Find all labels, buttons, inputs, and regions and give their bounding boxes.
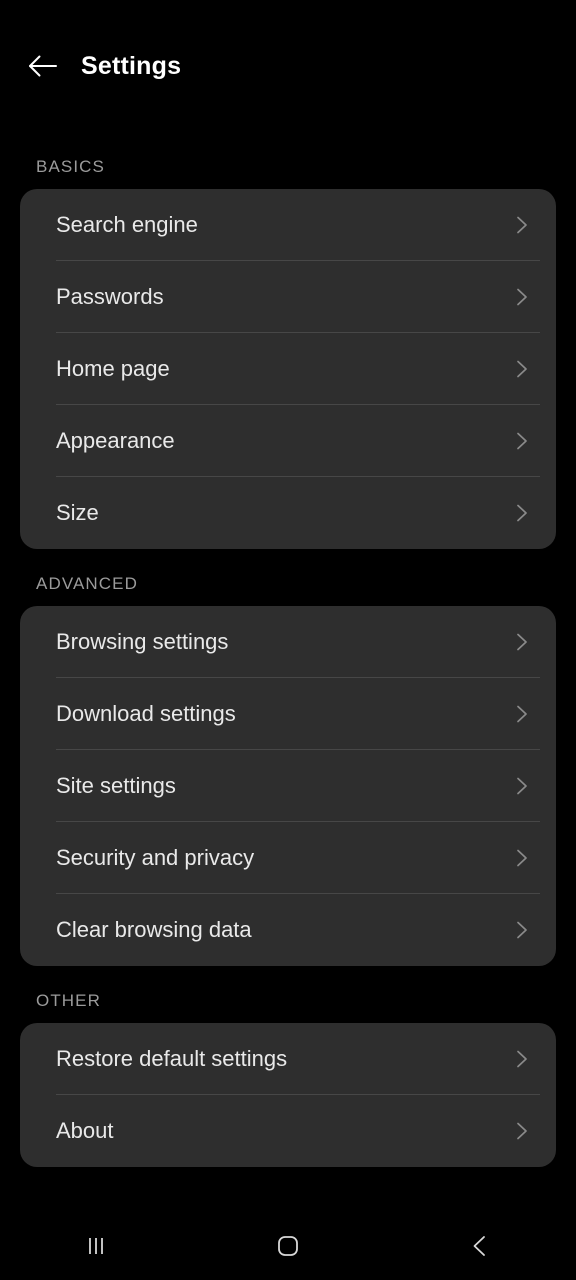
chevron-right-icon bbox=[508, 212, 534, 238]
recents-icon bbox=[83, 1233, 109, 1259]
settings-row[interactable]: Passwords bbox=[20, 261, 556, 333]
settings-row[interactable]: About bbox=[20, 1095, 556, 1167]
settings-row-label: Size bbox=[56, 500, 99, 525]
chevron-right-icon bbox=[508, 500, 534, 526]
chevron-right-icon bbox=[508, 917, 534, 943]
section-label: OTHER bbox=[36, 991, 101, 1010]
settings-row[interactable]: Search engine bbox=[20, 189, 556, 261]
app-header: Settings bbox=[0, 0, 576, 132]
settings-card: Search engine Passwords Home page Appearanc… bbox=[20, 189, 556, 549]
settings-row-label: Security and privacy bbox=[56, 845, 255, 870]
settings-row[interactable]: Size bbox=[20, 477, 556, 549]
settings-row-label: Site settings bbox=[56, 773, 176, 798]
settings-row-label: Clear browsing data bbox=[56, 917, 252, 942]
recents-button[interactable] bbox=[0, 1212, 192, 1280]
settings-screen: Settings BASICS Search engine Passwords Hom… bbox=[0, 0, 576, 1280]
settings-card: Browsing settings Download settings Site s… bbox=[20, 606, 556, 966]
settings-row[interactable]: Home page bbox=[20, 333, 556, 405]
settings-row-label: Appearance bbox=[56, 428, 175, 453]
settings-row[interactable]: Site settings bbox=[20, 750, 556, 822]
nav-back-button[interactable] bbox=[384, 1212, 576, 1280]
arrow-left-icon bbox=[26, 49, 60, 83]
back-button[interactable] bbox=[7, 30, 79, 102]
chevron-right-icon bbox=[508, 845, 534, 871]
settings-row-label: Restore default settings bbox=[56, 1046, 288, 1071]
chevron-right-icon bbox=[508, 356, 534, 382]
settings-scroll-area[interactable]: BASICS Search engine Passwords Home page App… bbox=[0, 132, 576, 1212]
chevron-right-icon bbox=[508, 428, 534, 454]
chevron-right-icon bbox=[508, 1046, 534, 1072]
settings-row-label: Home page bbox=[56, 356, 170, 381]
chevron-right-icon bbox=[508, 284, 534, 310]
settings-row-label: Search engine bbox=[56, 212, 198, 237]
settings-row-label: Download settings bbox=[56, 701, 236, 726]
section-label: ADVANCED bbox=[36, 574, 139, 593]
chevron-right-icon bbox=[508, 1118, 534, 1144]
home-button[interactable] bbox=[192, 1212, 384, 1280]
settings-row[interactable]: Restore default settings bbox=[20, 1023, 556, 1095]
settings-row-label: Browsing settings bbox=[56, 629, 229, 654]
section-label: BASICS bbox=[36, 157, 105, 176]
page-title: Settings bbox=[81, 51, 182, 80]
settings-row-label: About bbox=[56, 1118, 114, 1143]
settings-row[interactable]: Security and privacy bbox=[20, 822, 556, 894]
home-icon bbox=[275, 1233, 301, 1259]
settings-card: Restore default settings About bbox=[20, 1023, 556, 1167]
settings-row[interactable]: Appearance bbox=[20, 405, 556, 477]
android-navigation-bar bbox=[0, 1212, 576, 1280]
settings-row[interactable]: Browsing settings bbox=[20, 606, 556, 678]
settings-row[interactable]: Download settings bbox=[20, 678, 556, 750]
chevron-right-icon bbox=[508, 773, 534, 799]
chevron-right-icon bbox=[508, 629, 534, 655]
back-icon bbox=[467, 1233, 493, 1259]
settings-row[interactable]: Clear browsing data bbox=[20, 894, 556, 966]
settings-row-label: Passwords bbox=[56, 284, 164, 309]
chevron-right-icon bbox=[508, 701, 534, 727]
